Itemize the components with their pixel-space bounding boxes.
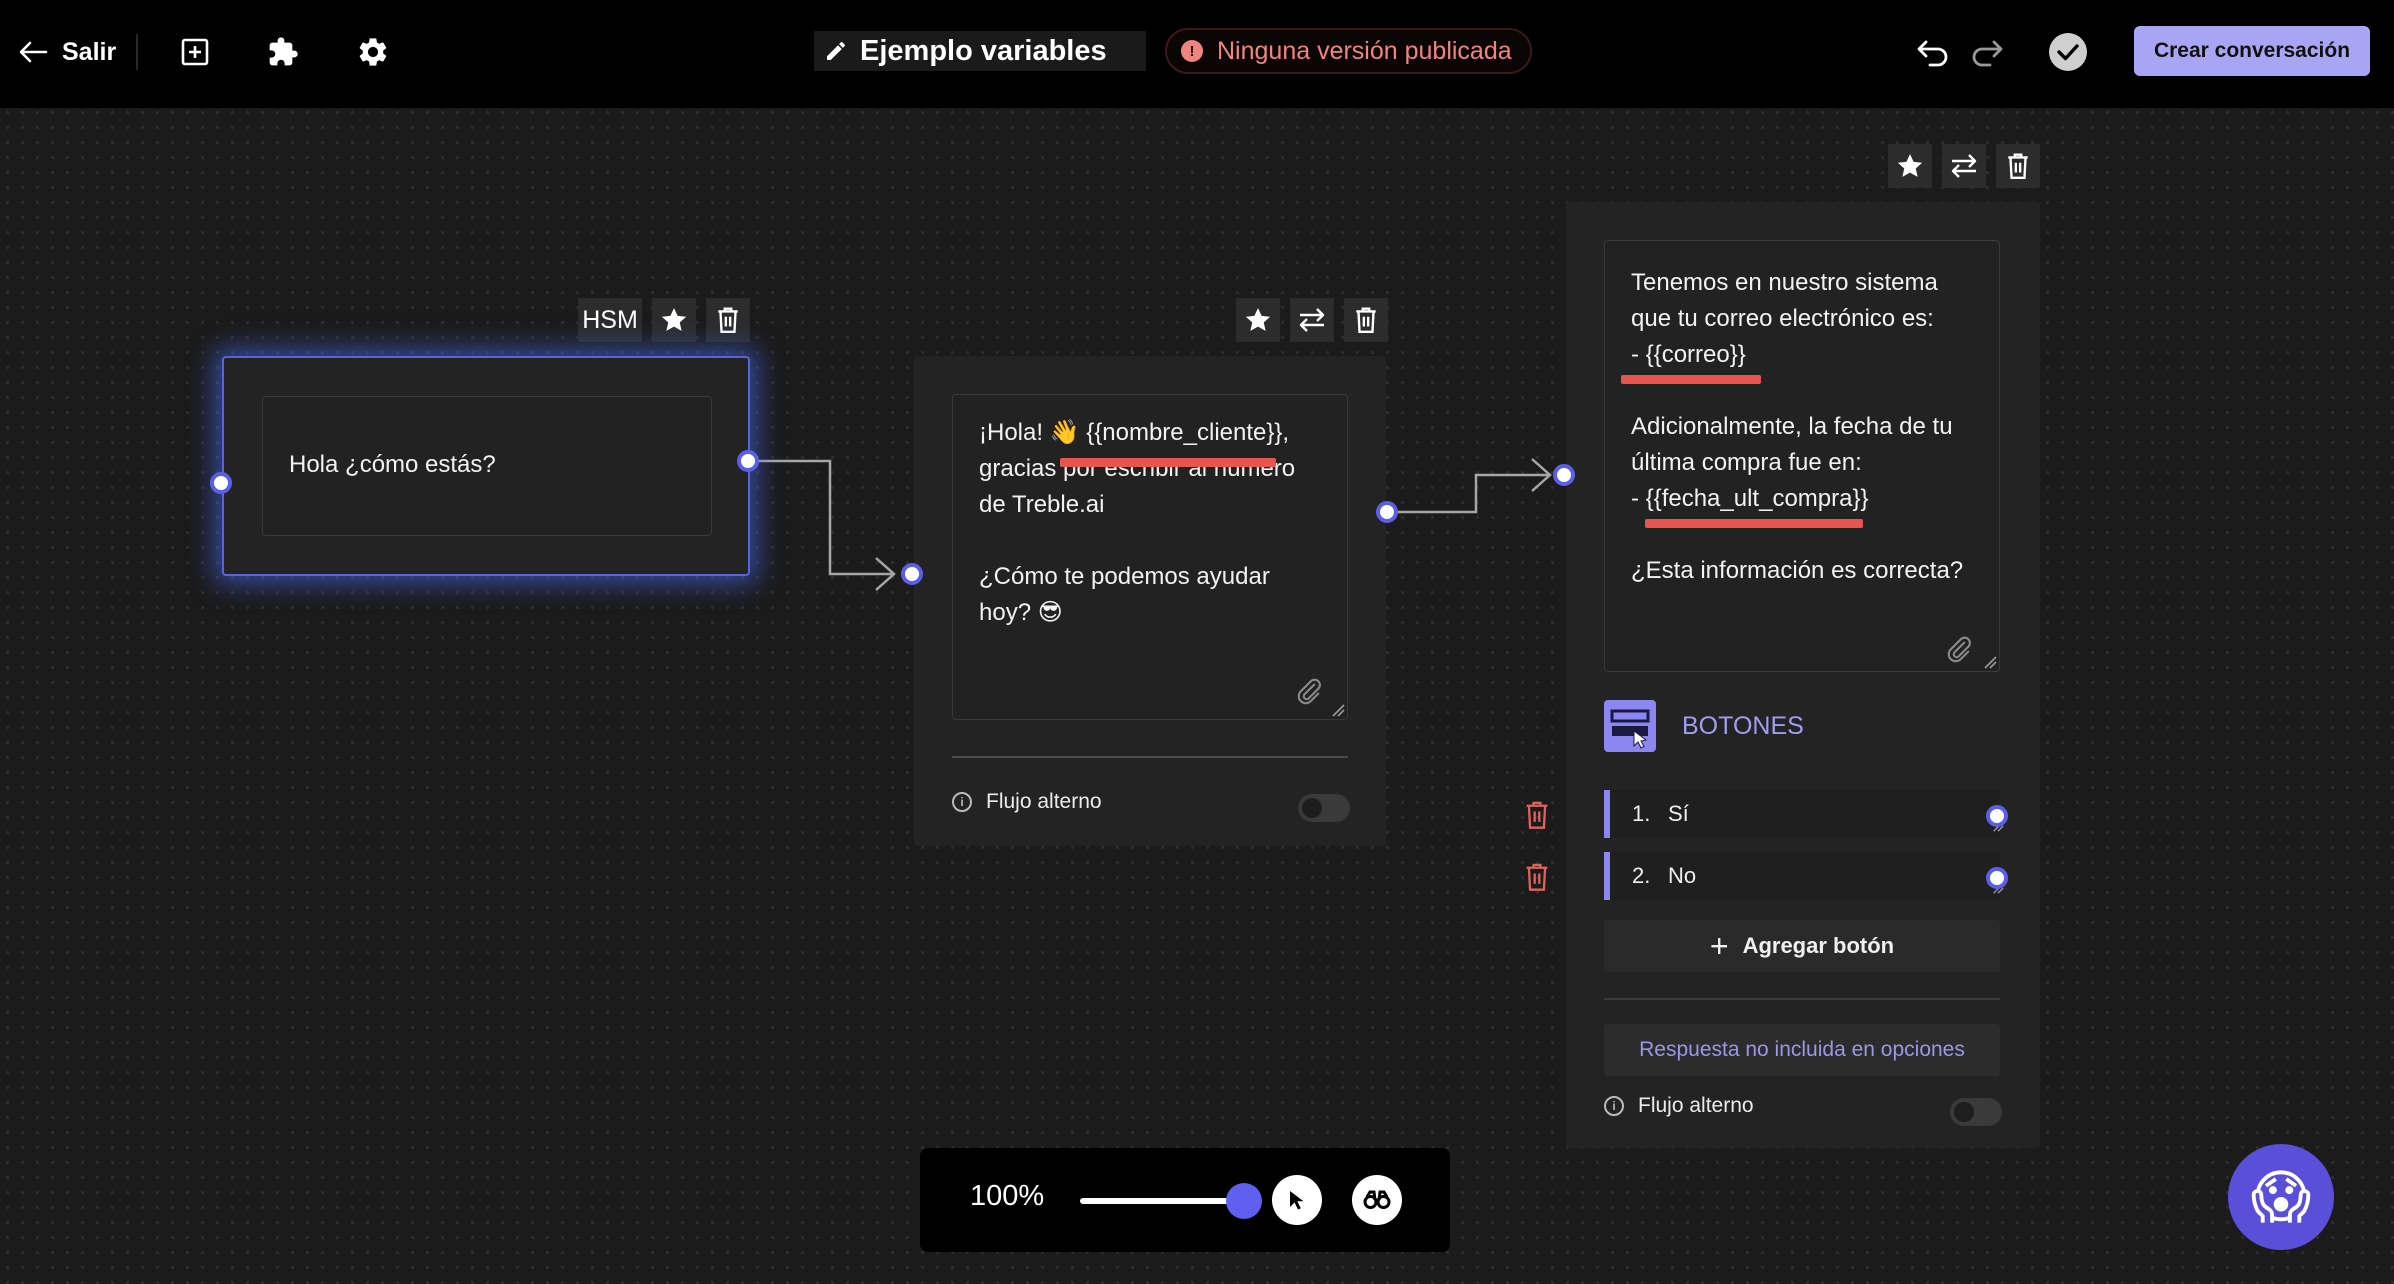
alt-flow-label: Flujo alterno [986, 790, 1102, 813]
button-label: No [1668, 863, 1697, 888]
trash-icon [718, 307, 738, 334]
hsm-input-handle[interactable] [210, 472, 232, 494]
hsm-message-box[interactable]: Hola ¿cómo estás? [262, 396, 712, 536]
welcome-alt-flow: i Flujo alterno [952, 790, 1102, 814]
info-icon: i [1604, 1096, 1624, 1116]
binoculars-icon [1363, 1190, 1391, 1209]
confirm-message-box[interactable]: Tenemos en nuestro sistema que tu correo… [1604, 240, 2000, 672]
welcome-input-handle[interactable] [901, 563, 923, 585]
trash-icon [2008, 153, 2028, 180]
fallback-response-input[interactable] [1604, 1024, 2000, 1076]
hsm-message-text: Hola ¿cómo estás? [289, 451, 496, 478]
confirm-delete-button[interactable] [1996, 144, 2040, 188]
confirm-swap-button[interactable] [1942, 144, 1986, 188]
hsm-node[interactable]: Hola ¿cómo estás? [222, 356, 750, 576]
add-button-label: Agregar botón [1742, 933, 1895, 958]
welcome-output-handle[interactable] [1376, 501, 1398, 523]
confirm-favorite-button[interactable] [1888, 144, 1932, 188]
variable-highlight [1645, 519, 1863, 528]
reply-button-row[interactable]: 2. No [1604, 852, 2004, 900]
paperclip-icon[interactable] [1945, 635, 1973, 663]
info-icon: i [952, 792, 972, 812]
welcome-message-box[interactable]: ¡Hola! 👋 {{nombre_cliente}}, gracias por… [952, 394, 1348, 720]
find-button[interactable] [1352, 1175, 1402, 1225]
trash-icon [1356, 307, 1376, 334]
button-number: 1. [1632, 801, 1651, 826]
star-icon [1897, 154, 1923, 177]
zoom-controls: 100% [920, 1148, 1450, 1252]
confirm-alt-flow-toggle[interactable] [1950, 1098, 2002, 1126]
swap-icon [1951, 154, 1977, 178]
plus-icon: + [1709, 927, 1729, 964]
variable-highlight [1060, 458, 1276, 467]
delete-button-2-trash-icon[interactable] [1522, 862, 1552, 892]
star-icon [661, 308, 687, 331]
button-number: 2. [1632, 863, 1651, 888]
cursor-icon [1290, 1191, 1304, 1210]
resize-handle-icon[interactable] [1983, 655, 1997, 669]
add-button[interactable]: + Agregar botón [1604, 920, 2000, 972]
divider [1604, 998, 2000, 1000]
button-2-output-handle[interactable] [1986, 867, 2008, 889]
support-avatar-button[interactable]: 😱 [2228, 1144, 2334, 1250]
hsm-tag: HSM [578, 298, 642, 342]
confirm-alt-flow: i Flujo alterno [1604, 1094, 1754, 1118]
swap-icon [1299, 308, 1325, 332]
reply-button-row[interactable]: 1. Sí [1604, 790, 2004, 838]
buttons-header: BOTONES [1682, 712, 1804, 740]
zoom-slider[interactable] [1080, 1183, 1262, 1219]
hsm-favorite-button[interactable] [652, 298, 696, 342]
zoom-level-label: 100% [970, 1180, 1045, 1212]
welcome-delete-button[interactable] [1344, 298, 1388, 342]
welcome-swap-button[interactable] [1290, 298, 1334, 342]
confirm-input-handle[interactable] [1553, 464, 1575, 486]
welcome-message-text: ¡Hola! 👋 {{nombre_cliente}}, gracias por… [979, 419, 1296, 626]
welcome-favorite-button[interactable] [1236, 298, 1280, 342]
delete-button-1-trash-icon[interactable] [1522, 800, 1552, 830]
variable-highlight [1621, 375, 1761, 384]
welcome-message-node[interactable]: ¡Hola! 👋 {{nombre_cliente}}, gracias por… [914, 356, 1386, 846]
button-1-output-handle[interactable] [1986, 805, 2008, 827]
zoom-slider-thumb[interactable] [1226, 1183, 1262, 1219]
paperclip-icon[interactable] [1295, 677, 1323, 705]
star-icon [1245, 308, 1271, 331]
select-tool-button[interactable] [1272, 1175, 1322, 1225]
alt-flow-label: Flujo alterno [1638, 1094, 1754, 1117]
buttons-block-icon [1604, 700, 1656, 752]
hsm-delete-button[interactable] [706, 298, 750, 342]
confirm-buttons-node[interactable]: Tenemos en nuestro sistema que tu correo… [1566, 202, 2040, 1148]
button-label: Sí [1668, 801, 1689, 826]
resize-handle-icon[interactable] [1331, 703, 1345, 717]
hsm-output-handle[interactable] [737, 450, 759, 472]
confirm-message-text: Tenemos en nuestro sistema que tu correo… [1631, 269, 1964, 584]
divider [952, 756, 1348, 758]
welcome-alt-flow-toggle[interactable] [1298, 794, 1350, 822]
